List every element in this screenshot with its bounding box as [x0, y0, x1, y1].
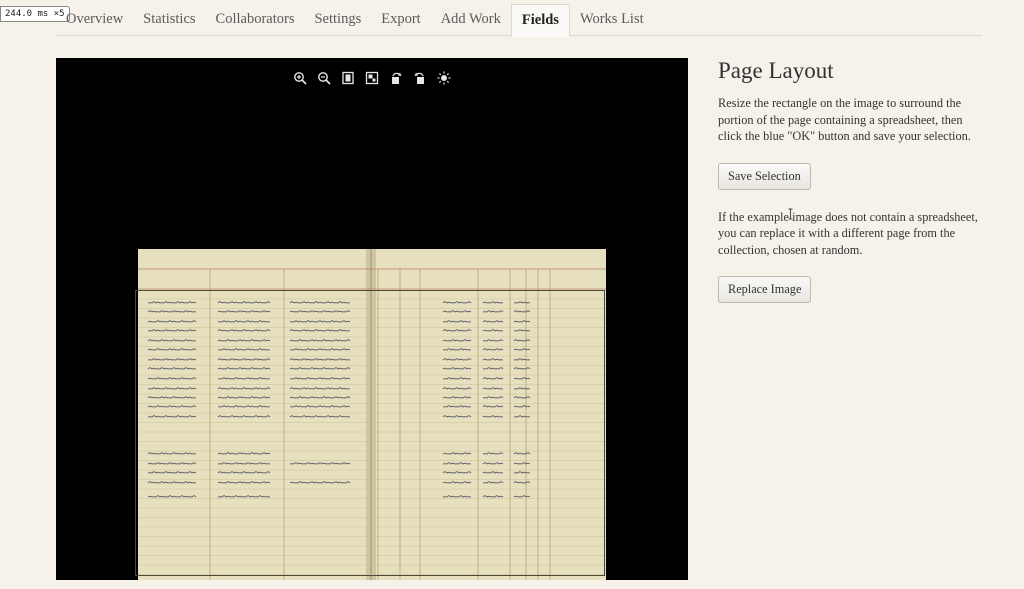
replace-image-button[interactable]: Replace Image	[718, 276, 812, 303]
tab-fields[interactable]: Fields	[510, 4, 570, 37]
save-selection-button[interactable]: Save Selection	[718, 162, 811, 190]
instructions-text: Resize the rectangle on the image to sur…	[718, 96, 971, 143]
project-tabs: Overview Statistics Collaborators Settin…	[56, 4, 982, 37]
tab-collaborators[interactable]: Collaborators	[206, 4, 305, 35]
panel-title: Page Layout	[718, 58, 834, 83]
fit-page-icon[interactable]	[340, 70, 356, 86]
full-screen-icon[interactable]	[364, 70, 380, 86]
replace-hint-text: If the example image does not contain a …	[718, 209, 978, 257]
tab-add-work[interactable]: Add Work	[431, 4, 511, 35]
ledger-scan-drawing	[138, 249, 606, 580]
zoom-in-icon[interactable]	[292, 70, 308, 86]
rotate-right-icon[interactable]	[412, 70, 428, 86]
tab-works-list[interactable]: Works List	[570, 4, 654, 35]
tab-statistics[interactable]: Statistics	[133, 4, 205, 35]
ledger-page-image	[138, 249, 606, 580]
tab-export[interactable]: Export	[371, 4, 430, 35]
brightness-icon[interactable]	[436, 70, 452, 86]
rotate-left-icon[interactable]	[388, 70, 404, 86]
zoom-out-icon[interactable]	[316, 70, 332, 86]
page-layout-panel: Page Layout Resize the rectangle on the …	[718, 58, 988, 322]
tab-overview[interactable]: Overview	[56, 4, 133, 35]
image-viewer[interactable]	[56, 58, 688, 580]
text-cursor-icon	[788, 208, 793, 220]
tab-settings[interactable]: Settings	[304, 4, 371, 35]
viewer-toolbar	[292, 70, 452, 86]
